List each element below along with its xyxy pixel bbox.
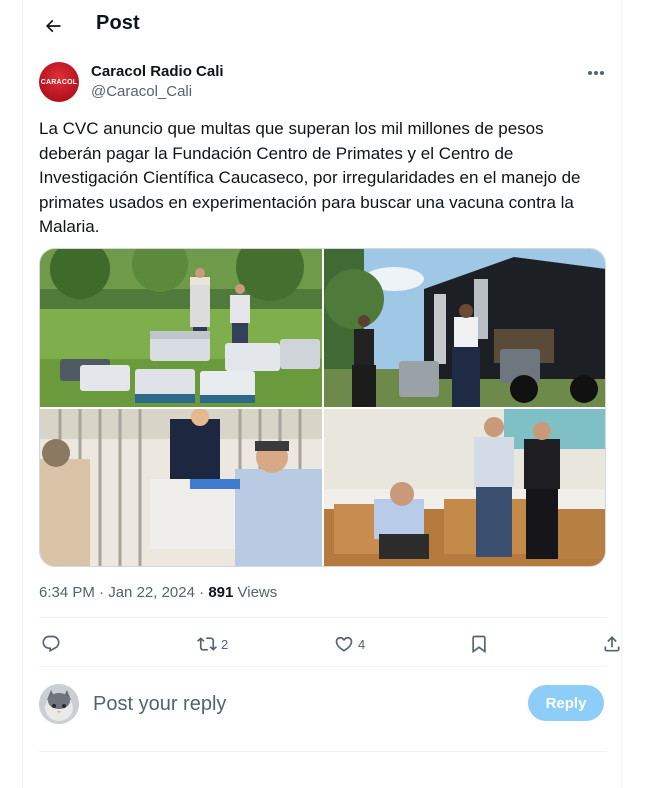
like-action-button[interactable]: 4 [334, 628, 365, 660]
action-bar: 2 4 [39, 628, 620, 660]
user-avatar[interactable] [39, 684, 79, 724]
meta-separator: · [99, 584, 105, 601]
share-icon [604, 636, 620, 652]
page-title: Post [96, 12, 140, 34]
media-grid [39, 248, 606, 567]
bookmark-action-button[interactable] [469, 628, 489, 660]
arrow-left-icon [45, 19, 61, 33]
reply-input[interactable] [93, 690, 513, 718]
post-time[interactable]: 6:34 PM [39, 584, 95, 601]
post-column: Post CARACOL Caracol Radio Cali @Caracol… [22, 0, 622, 788]
author-name[interactable]: Caracol Radio Cali [91, 63, 224, 80]
media-photo-1[interactable] [40, 249, 322, 407]
tweet-text: La CVC anuncio que multas que superan lo… [39, 119, 581, 236]
more-dot-icon [600, 71, 604, 75]
reply-action-button[interactable] [41, 628, 65, 660]
divider [39, 751, 607, 752]
repost-action-button[interactable]: 2 [197, 628, 228, 660]
repost-count: 2 [221, 636, 229, 652]
like-count: 4 [358, 636, 366, 652]
post-meta: 6:34 PM · Jan 22, 2024 · 891 Views [39, 584, 277, 601]
media-photo-4[interactable] [324, 409, 605, 566]
more-dot-icon [588, 71, 592, 75]
heart-icon [335, 636, 353, 652]
divider [39, 666, 607, 667]
author-handle[interactable]: @Caracol_Cali [91, 83, 192, 100]
post-header: Post [23, 0, 623, 53]
bookmark-icon [472, 635, 486, 654]
repost-icon [197, 637, 217, 651]
avatar-logo-text: CARACOL [40, 78, 78, 86]
share-action-button[interactable] [602, 628, 622, 660]
more-options-button[interactable] [583, 62, 609, 84]
post-date[interactable]: Jan 22, 2024 [108, 584, 195, 601]
views-label: Views [237, 584, 278, 601]
author-avatar[interactable]: CARACOL [39, 62, 79, 102]
reply-button[interactable]: Reply [528, 685, 604, 721]
back-button[interactable] [37, 10, 69, 42]
meta-separator: · [199, 584, 205, 601]
divider [39, 617, 607, 618]
reply-icon [42, 635, 60, 653]
more-dot-icon [594, 71, 598, 75]
views-count: 891 [208, 584, 234, 601]
media-photo-2[interactable] [324, 249, 605, 407]
media-photo-3[interactable] [40, 409, 322, 566]
